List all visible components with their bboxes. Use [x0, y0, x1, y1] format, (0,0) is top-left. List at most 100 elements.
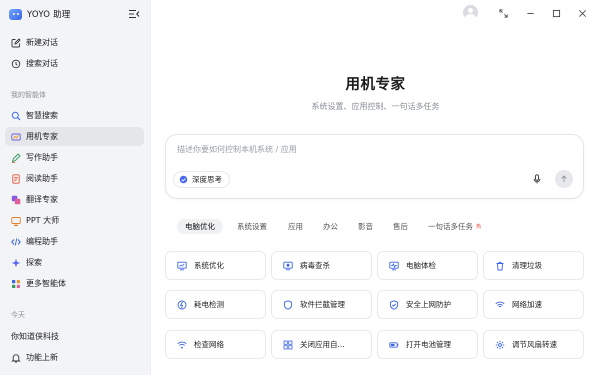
search-icon	[11, 111, 21, 121]
tab-label: 影音	[358, 222, 373, 231]
tab-system-settings[interactable]: 系统设置	[229, 219, 275, 234]
sidebar-item-ppt[interactable]: PPT 大师	[5, 211, 144, 230]
sidebar-item-reading[interactable]: 阅读助手	[5, 169, 144, 188]
explore-icon	[11, 258, 21, 268]
sidebar-item-label: PPT 大师	[26, 216, 60, 225]
card-system-optimize[interactable]: 系统优化	[165, 251, 266, 280]
tab-label: 电脑优化	[185, 222, 215, 231]
minimize-window-icon[interactable]	[523, 6, 537, 20]
tab-after-sales[interactable]: 售后	[385, 219, 416, 234]
card-virus-scan[interactable]: 病毒查杀	[271, 251, 372, 280]
tab-media[interactable]: 影音	[350, 219, 381, 234]
deep-think-toggle[interactable]: 深度思考	[173, 171, 230, 188]
more-icon	[11, 279, 21, 289]
card-label: 清理垃圾	[512, 261, 542, 270]
card-label: 电脑体检	[406, 261, 436, 270]
restore-window-icon[interactable]	[496, 6, 510, 20]
history-search-icon	[11, 59, 21, 69]
card-label: 耗电检测	[194, 300, 224, 309]
close-window-icon[interactable]	[575, 6, 589, 20]
card-power-check[interactable]: 耗电检测	[165, 290, 266, 319]
deep-think-label: 深度思考	[192, 175, 222, 184]
whats-new-button[interactable]: 功能上新	[5, 348, 144, 367]
card-safe-browsing[interactable]: 安全上网防护	[377, 290, 478, 319]
new-chat-button[interactable]: 新建对话	[5, 33, 144, 52]
card-fan-speed[interactable]: 调节风扇转速	[483, 330, 584, 359]
sidebar-item-smart-search[interactable]: 智慧搜索	[5, 106, 144, 125]
card-label: 系统优化	[194, 261, 224, 270]
shield-icon	[283, 299, 293, 310]
arrow-up-icon	[561, 175, 567, 182]
tab-label: 办公	[323, 222, 338, 231]
sidebar-item-label: 用机专家	[26, 132, 58, 141]
tab-label: 系统设置	[237, 222, 267, 231]
battery-icon	[389, 340, 399, 350]
today-section-label: 今天	[11, 311, 25, 319]
app-name: YOYO 助理	[27, 10, 71, 20]
card-check-network[interactable]: 检查网络	[165, 330, 266, 359]
sidebar-item-device-expert[interactable]: 用机专家	[5, 127, 144, 146]
sidebar-item-label: 阅读助手	[26, 174, 58, 183]
tab-label: 应用	[288, 222, 303, 231]
send-button[interactable]	[555, 170, 573, 188]
tab-apps[interactable]: 应用	[280, 219, 311, 234]
card-clean-junk[interactable]: 清理垃圾	[483, 251, 584, 280]
card-label: 网络加速	[512, 300, 542, 309]
card-label: 检查网络	[194, 340, 224, 349]
sidebar-item-label: 探索	[26, 258, 42, 267]
virus-scan-icon	[283, 261, 293, 271]
sidebar-item-explore[interactable]: 探索	[5, 253, 144, 272]
collapse-sidebar-icon[interactable]	[128, 8, 140, 20]
card-pc-checkup[interactable]: 电脑体检	[377, 251, 478, 280]
ppt-icon	[11, 216, 21, 226]
wifi-icon	[495, 300, 505, 310]
apps-grid-icon	[283, 340, 293, 350]
tab-label: 一句话多任务	[428, 222, 473, 231]
card-battery-manage[interactable]: 打开电池管理	[377, 330, 478, 359]
gear-icon	[495, 340, 505, 350]
card-close-autostart[interactable]: 关闭应用自...	[271, 330, 372, 359]
search-chats-button[interactable]: 搜索对话	[5, 54, 144, 73]
prompt-input[interactable]	[177, 145, 567, 154]
yoyo-logo-icon	[9, 8, 22, 20]
tab-label: 售后	[393, 222, 408, 231]
sidebar-item-label: 编程助手	[26, 237, 58, 246]
pc-checkup-icon	[389, 261, 399, 271]
avatar[interactable]	[463, 5, 478, 20]
card-label: 安全上网防护	[406, 300, 451, 309]
card-label: 调节风扇转速	[512, 340, 557, 349]
document-icon	[11, 173, 21, 184]
sidebar-item-translate[interactable]: 翻译专家	[5, 190, 144, 209]
bell-icon	[11, 353, 21, 363]
card-network-boost[interactable]: 网络加速	[483, 290, 584, 319]
sidebar-item-coding[interactable]: 编程助手	[5, 232, 144, 251]
page-title: 用机专家	[345, 77, 406, 93]
card-label: 关闭应用自...	[300, 340, 345, 349]
translate-icon	[11, 195, 21, 205]
whats-new-label: 功能上新	[26, 353, 58, 362]
sidebar-item-writing[interactable]: 写作助手	[5, 148, 144, 167]
microphone-icon[interactable]	[530, 172, 544, 186]
composer: 深度思考	[165, 134, 584, 199]
sidebar-item-label: 写作助手	[26, 153, 58, 162]
shield-check-icon	[389, 299, 399, 310]
brand: YOYO 助理	[9, 7, 70, 21]
tab-pc-optimize[interactable]: 电脑优化	[177, 219, 223, 234]
sidebar: YOYO 助理 新建对话 搜索对话 我的智能体 智慧搜索 用机专家 写作助手 阅…	[0, 0, 151, 375]
sidebar-item-more-agents[interactable]: 更多智能体	[5, 274, 144, 293]
new-chat-label: 新建对话	[26, 38, 58, 47]
code-icon	[11, 237, 21, 247]
card-software-block[interactable]: 软件拦截管理	[271, 290, 372, 319]
card-label: 打开电池管理	[406, 340, 451, 349]
battery-check-icon	[177, 300, 187, 310]
pen-icon	[11, 152, 21, 163]
card-label: 病毒查杀	[300, 261, 330, 270]
history-item[interactable]: 你知道侠科技	[5, 327, 144, 346]
maximize-window-icon[interactable]	[549, 6, 563, 20]
deep-think-icon	[179, 175, 188, 184]
device-expert-icon	[11, 132, 21, 142]
tab-office[interactable]: 办公	[315, 219, 346, 234]
agents-section-label: 我的智能体	[11, 91, 46, 99]
search-chats-label: 搜索对话	[26, 59, 58, 68]
tab-multi-task[interactable]: 一句话多任务 热	[420, 219, 489, 234]
